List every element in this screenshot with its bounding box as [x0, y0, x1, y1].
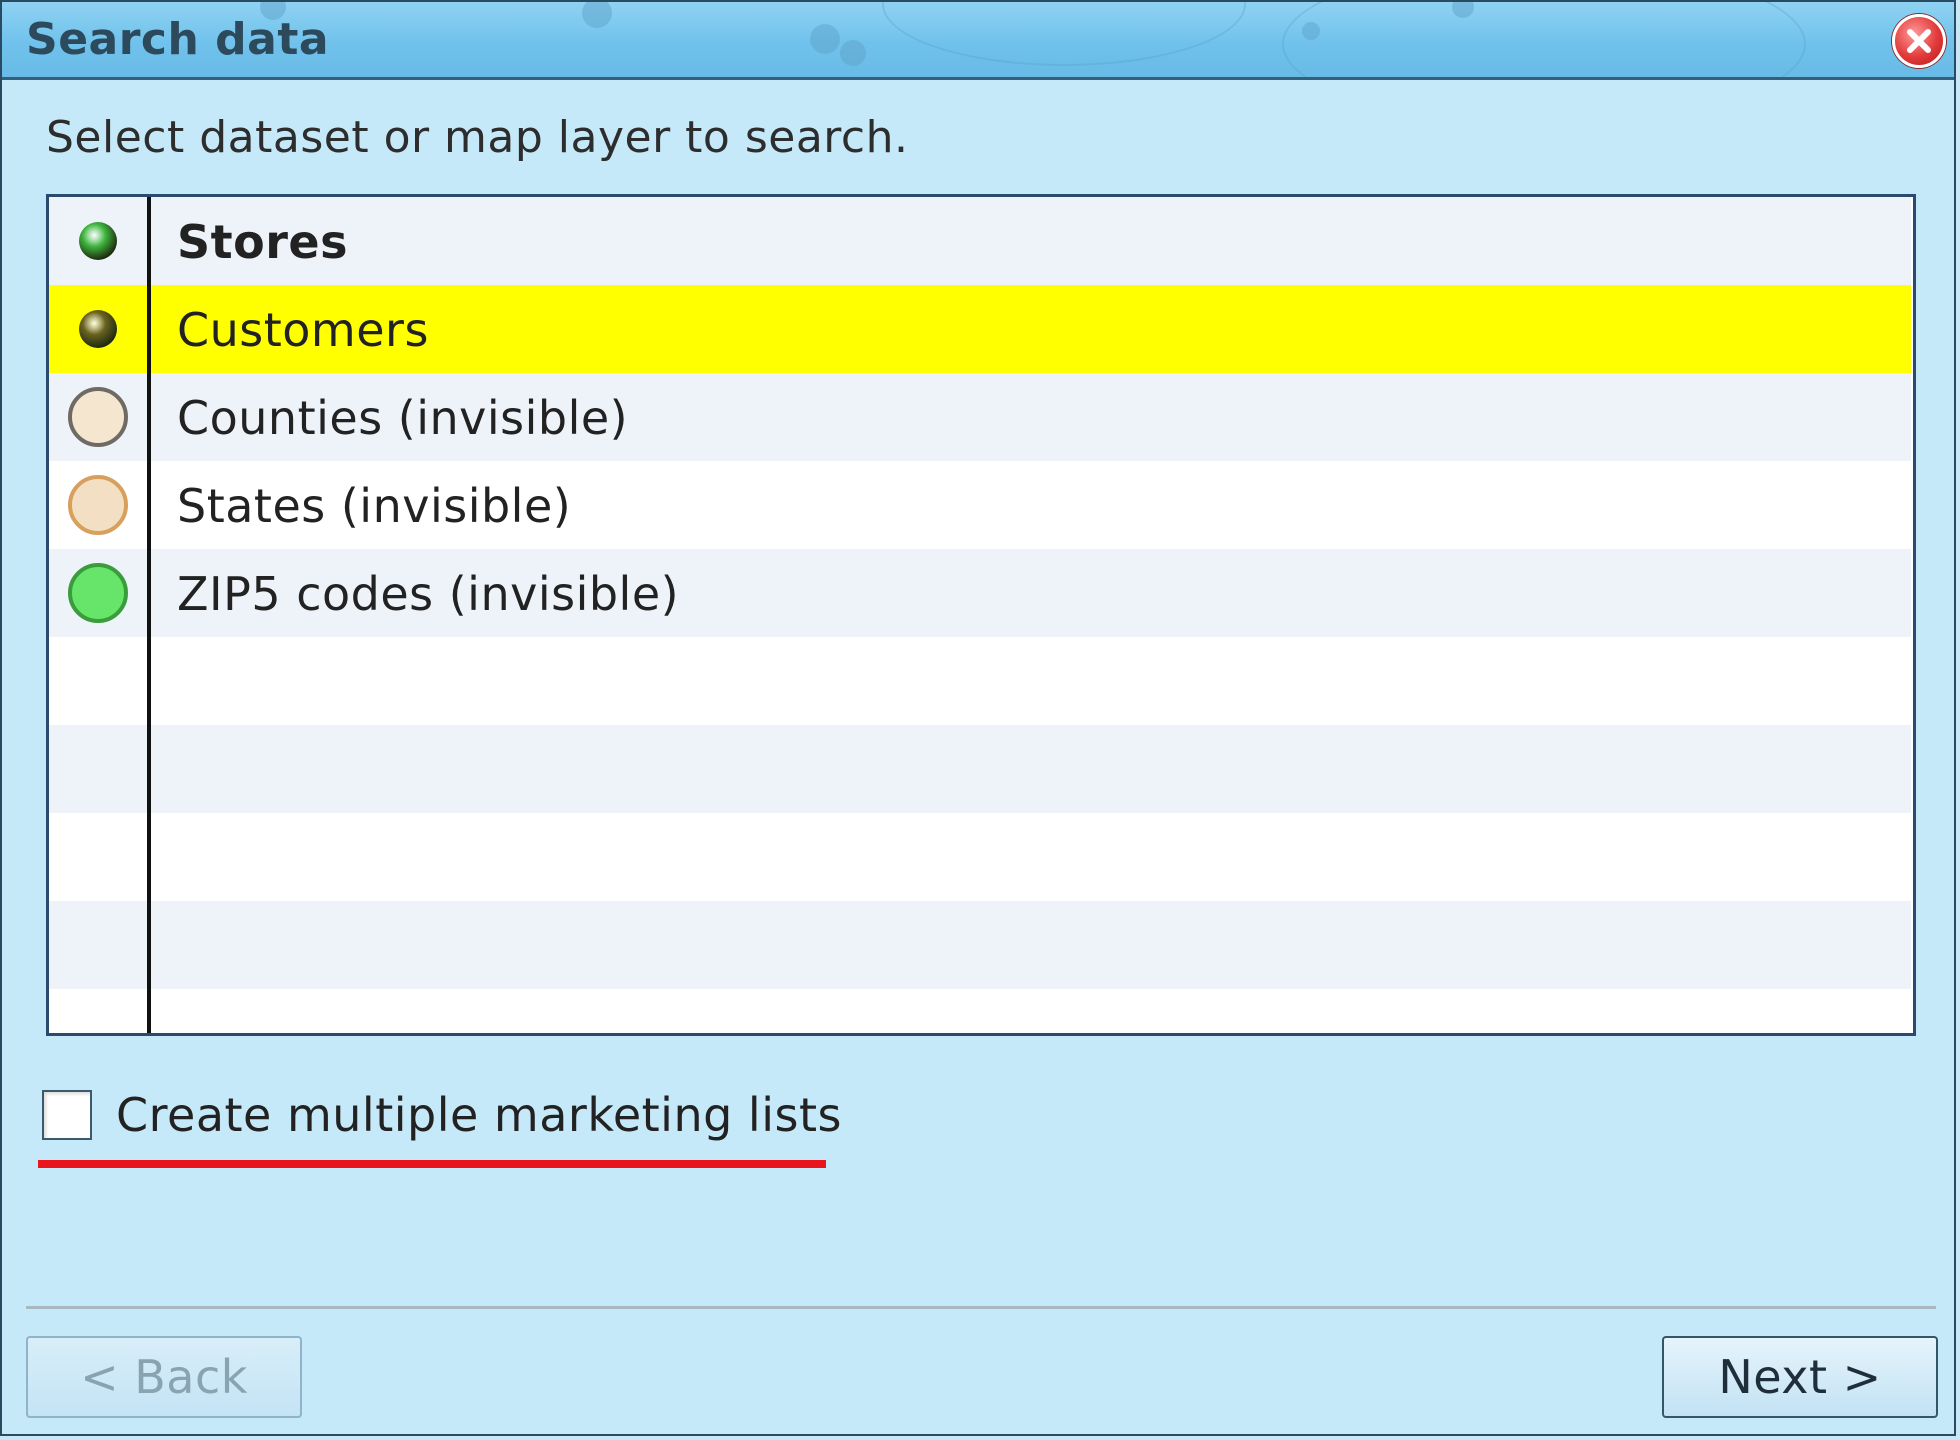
layer-row-2[interactable]: Customers	[49, 285, 1911, 373]
empty-row	[49, 989, 1911, 1033]
highlight-underline	[38, 1160, 826, 1168]
close-icon	[1907, 29, 1931, 53]
layer-row-3[interactable]: Counties (invisible)	[49, 373, 1911, 461]
instruction-text: Select dataset or map layer to search.	[46, 112, 909, 163]
search-data-dialog: Search data Select dataset or map layer …	[0, 0, 1956, 1436]
back-button[interactable]: < Back	[26, 1336, 302, 1418]
light-green-circle-icon	[68, 563, 128, 623]
layer-icon-cell	[49, 549, 147, 637]
footer-separator	[26, 1306, 1936, 1309]
empty-row	[49, 813, 1911, 901]
layer-icon-cell	[49, 197, 147, 285]
marketing-lists-label[interactable]: Create multiple marketing lists	[116, 1088, 842, 1142]
empty-row	[49, 725, 1911, 813]
title-bar[interactable]: Search data	[2, 2, 1954, 80]
layer-label: Customers	[177, 303, 429, 357]
layer-row-4[interactable]: States (invisible)	[49, 461, 1911, 549]
marketing-lists-checkbox[interactable]	[42, 1090, 92, 1140]
beige-circle-icon	[68, 387, 128, 447]
green-dot-icon	[79, 222, 117, 260]
icon-column-divider	[147, 197, 151, 1033]
layer-icon-cell	[49, 461, 147, 549]
tan-circle-icon	[68, 475, 128, 535]
marketing-lists-option[interactable]: Create multiple marketing lists	[42, 1088, 842, 1142]
layer-icon-cell	[49, 285, 147, 373]
close-button[interactable]	[1892, 14, 1946, 68]
olive-dot-icon	[79, 310, 117, 348]
dialog-title: Search data	[26, 14, 330, 65]
empty-row	[49, 637, 1911, 725]
layer-row-1[interactable]: Stores	[49, 197, 1911, 285]
layer-row-5[interactable]: ZIP5 codes (invisible)	[49, 549, 1911, 637]
layer-label: ZIP5 codes (invisible)	[177, 567, 680, 621]
empty-row	[49, 901, 1911, 989]
next-button[interactable]: Next >	[1662, 1336, 1938, 1418]
layer-list[interactable]: Stores Customers Counties (invisible) State…	[46, 194, 1916, 1036]
layer-label: Stores	[177, 215, 348, 269]
layer-label: States (invisible)	[177, 479, 572, 533]
layer-icon-cell	[49, 373, 147, 461]
layer-label: Counties (invisible)	[177, 391, 629, 445]
